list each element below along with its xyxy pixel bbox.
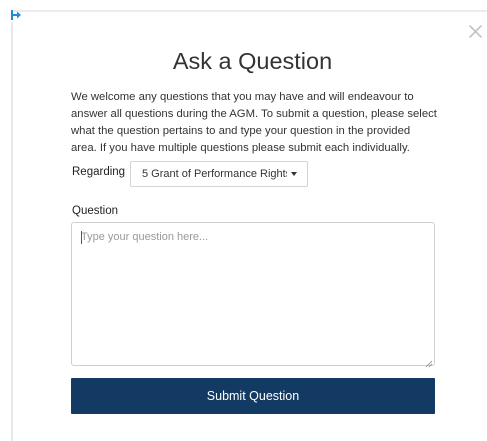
text-cursor xyxy=(81,231,82,244)
regarding-selected-value: 5 Grant of Performance Rights xyxy=(142,168,287,180)
intro-text: We welcome any questions that you may ha… xyxy=(71,91,437,154)
ask-question-dialog: Ask a Question We welcome any questions … xyxy=(0,0,487,441)
submit-question-button[interactable]: Submit Question xyxy=(71,378,435,414)
regarding-dropdown[interactable]: 5 Grant of Performance Rights xyxy=(130,161,308,187)
regarding-label: Regarding xyxy=(72,166,126,178)
dialog-title: Ask a Question xyxy=(172,48,333,74)
question-label: Question xyxy=(72,205,119,217)
close-icon[interactable] xyxy=(466,20,486,42)
resize-handle-icon[interactable] xyxy=(425,355,433,368)
question-textarea[interactable] xyxy=(71,222,435,366)
caret-down-icon xyxy=(291,172,297,176)
